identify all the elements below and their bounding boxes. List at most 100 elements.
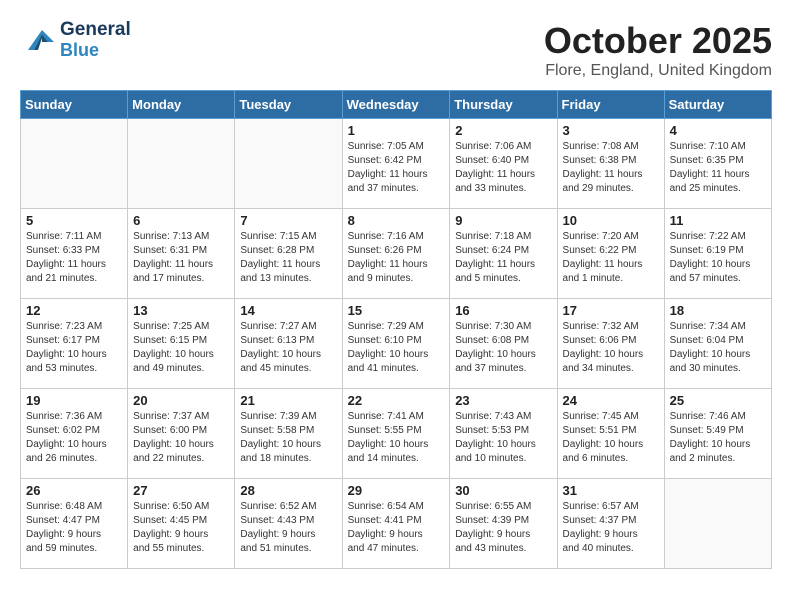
calendar-cell: 14Sunrise: 7:27 AM Sunset: 6:13 PM Dayli… (235, 299, 342, 389)
cell-info: Sunrise: 7:27 AM Sunset: 6:13 PM Dayligh… (240, 320, 336, 376)
cell-info: Sunrise: 7:43 AM Sunset: 5:53 PM Dayligh… (455, 410, 551, 466)
day-number: 21 (240, 393, 336, 408)
cell-info: Sunrise: 7:45 AM Sunset: 5:51 PM Dayligh… (563, 410, 659, 466)
day-number: 12 (26, 303, 122, 318)
cell-info: Sunrise: 6:55 AM Sunset: 4:39 PM Dayligh… (455, 500, 551, 556)
logo-blue: Blue (60, 40, 99, 60)
calendar-cell: 19 Sunrise: 7:36 AM Sunset: 6:02 PM Dayli… (21, 389, 128, 479)
day-number: 5 (26, 213, 122, 228)
cell-info: Sunrise: 7:13 AM Sunset: 6:31 PM Dayligh… (133, 230, 229, 286)
day-number: 26 (26, 483, 122, 498)
day-number: 17 (563, 303, 659, 318)
calendar-cell: 9 Sunrise: 7:18 AM Sunset: 6:24 PM Daylig… (450, 209, 557, 299)
calendar-cell: 26 Sunrise: 6:48 AM Sunset: 4:47 PM Dayli… (21, 479, 128, 569)
calendar-cell: 8 Sunrise: 7:16 AM Sunset: 6:26 PM Daylig… (342, 209, 450, 299)
calendar-cell: 15 Sunrise: 7:29 AM Sunset: 6:10 PM Dayli… (342, 299, 450, 389)
week-row-5: 26 Sunrise: 6:48 AM Sunset: 4:47 PM Dayli… (21, 479, 772, 569)
calendar-cell: 3 Sunrise: 7:08 AM Sunset: 6:38 PM Daylig… (557, 119, 664, 209)
calendar-cell: 5 Sunrise: 7:11 AM Sunset: 6:33 PM Daylig… (21, 209, 128, 299)
calendar-cell (128, 119, 235, 209)
day-number: 20 (133, 393, 229, 408)
logo-icon (20, 22, 56, 58)
cell-info: Sunrise: 7:41 AM Sunset: 5:55 PM Dayligh… (348, 410, 445, 466)
title-area: October 2025 Flore, England, United King… (544, 20, 772, 80)
week-row-3: 12 Sunrise: 7:23 AM Sunset: 6:17 PM Dayli… (21, 299, 772, 389)
cell-info: Sunrise: 7:37 AM Sunset: 6:00 PM Dayligh… (133, 410, 229, 466)
day-number: 25 (670, 393, 766, 408)
calendar-cell: 29 Sunrise: 6:54 AM Sunset: 4:41 PM Dayli… (342, 479, 450, 569)
calendar-cell: 20 Sunrise: 7:37 AM Sunset: 6:00 PM Dayli… (128, 389, 235, 479)
day-number: 23 (455, 393, 551, 408)
week-row-1: 1 Sunrise: 7:05 AM Sunset: 6:42 PM Daylig… (21, 119, 772, 209)
cell-info: Sunrise: 7:30 AM Sunset: 6:08 PM Dayligh… (455, 320, 551, 376)
cell-info: Sunrise: 7:05 AM Sunset: 6:42 PM Dayligh… (348, 140, 445, 196)
day-number: 11 (670, 213, 766, 228)
day-number: 15 (348, 303, 445, 318)
cell-info: Sunrise: 6:52 AM Sunset: 4:43 PM Dayligh… (240, 500, 336, 556)
day-number: 6 (133, 213, 229, 228)
cell-info: Sunrise: 7:10 AM Sunset: 6:35 PM Dayligh… (670, 140, 766, 196)
day-number: 19 (26, 393, 122, 408)
cell-info: Sunrise: 7:15 AM Sunset: 6:28 PM Dayligh… (240, 230, 336, 286)
cell-info: Sunrise: 6:54 AM Sunset: 4:41 PM Dayligh… (348, 500, 445, 556)
cell-info: Sunrise: 7:32 AM Sunset: 6:06 PM Dayligh… (563, 320, 659, 376)
logo: General Blue (20, 20, 131, 61)
location: Flore, England, United Kingdom (544, 62, 772, 80)
day-number: 13 (133, 303, 229, 318)
calendar-cell: 21 Sunrise: 7:39 AM Sunset: 5:58 PM Dayli… (235, 389, 342, 479)
day-number: 9 (455, 213, 551, 228)
day-number: 7 (240, 213, 336, 228)
calendar-cell: 18Sunrise: 7:34 AM Sunset: 6:04 PM Dayli… (664, 299, 771, 389)
cell-info: Sunrise: 7:29 AM Sunset: 6:10 PM Dayligh… (348, 320, 445, 376)
calendar-cell: 13 Sunrise: 7:25 AM Sunset: 6:15 PM Dayli… (128, 299, 235, 389)
weekday-header-thursday: Thursday (450, 91, 557, 119)
day-number: 1 (348, 123, 445, 138)
cell-info: Sunrise: 7:39 AM Sunset: 5:58 PM Dayligh… (240, 410, 336, 466)
day-number: 30 (455, 483, 551, 498)
calendar-cell: 25Sunrise: 7:46 AM Sunset: 5:49 PM Dayli… (664, 389, 771, 479)
day-number: 8 (348, 213, 445, 228)
calendar-cell: 6 Sunrise: 7:13 AM Sunset: 6:31 PM Daylig… (128, 209, 235, 299)
cell-info: Sunrise: 7:11 AM Sunset: 6:33 PM Dayligh… (26, 230, 122, 286)
calendar-cell: 10 Sunrise: 7:20 AM Sunset: 6:22 PM Dayli… (557, 209, 664, 299)
day-number: 29 (348, 483, 445, 498)
day-number: 28 (240, 483, 336, 498)
weekday-header-sunday: Sunday (21, 91, 128, 119)
weekday-header-wednesday: Wednesday (342, 91, 450, 119)
cell-info: Sunrise: 7:08 AM Sunset: 6:38 PM Dayligh… (563, 140, 659, 196)
day-number: 18 (670, 303, 766, 318)
cell-info: Sunrise: 7:20 AM Sunset: 6:22 PM Dayligh… (563, 230, 659, 286)
calendar-cell (235, 119, 342, 209)
calendar-cell: 23 Sunrise: 7:43 AM Sunset: 5:53 PM Dayli… (450, 389, 557, 479)
cell-info: Sunrise: 6:48 AM Sunset: 4:47 PM Dayligh… (26, 500, 122, 556)
weekday-header-tuesday: Tuesday (235, 91, 342, 119)
calendar-cell: 31Sunrise: 6:57 AM Sunset: 4:37 PM Dayli… (557, 479, 664, 569)
calendar-cell: 12 Sunrise: 7:23 AM Sunset: 6:17 PM Dayli… (21, 299, 128, 389)
cell-info: Sunrise: 7:36 AM Sunset: 6:02 PM Dayligh… (26, 410, 122, 466)
week-row-2: 5 Sunrise: 7:11 AM Sunset: 6:33 PM Daylig… (21, 209, 772, 299)
cell-info: Sunrise: 7:16 AM Sunset: 6:26 PM Dayligh… (348, 230, 445, 286)
calendar-cell: 28 Sunrise: 6:52 AM Sunset: 4:43 PM Dayli… (235, 479, 342, 569)
calendar-cell: 1 Sunrise: 7:05 AM Sunset: 6:42 PM Daylig… (342, 119, 450, 209)
weekday-header-saturday: Saturday (664, 91, 771, 119)
calendar-cell: 24Sunrise: 7:45 AM Sunset: 5:51 PM Dayli… (557, 389, 664, 479)
calendar-cell: 27Sunrise: 6:50 AM Sunset: 4:45 PM Dayli… (128, 479, 235, 569)
calendar-cell: 22 Sunrise: 7:41 AM Sunset: 5:55 PM Dayli… (342, 389, 450, 479)
day-number: 4 (670, 123, 766, 138)
cell-info: Sunrise: 7:23 AM Sunset: 6:17 PM Dayligh… (26, 320, 122, 376)
cell-info: Sunrise: 7:22 AM Sunset: 6:19 PM Dayligh… (670, 230, 766, 286)
calendar-cell: 30 Sunrise: 6:55 AM Sunset: 4:39 PM Dayli… (450, 479, 557, 569)
day-number: 3 (563, 123, 659, 138)
calendar-cell: 7 Sunrise: 7:15 AM Sunset: 6:28 PM Daylig… (235, 209, 342, 299)
day-number: 22 (348, 393, 445, 408)
weekday-header-row: SundayMondayTuesdayWednesdayThursdayFrid… (21, 91, 772, 119)
calendar-cell: 2Sunrise: 7:06 AM Sunset: 6:40 PM Daylig… (450, 119, 557, 209)
calendar-cell: 17 Sunrise: 7:32 AM Sunset: 6:06 PM Dayli… (557, 299, 664, 389)
cell-info: Sunrise: 7:18 AM Sunset: 6:24 PM Dayligh… (455, 230, 551, 286)
calendar-cell: 11 Sunrise: 7:22 AM Sunset: 6:19 PM Dayli… (664, 209, 771, 299)
cell-info: Sunrise: 7:25 AM Sunset: 6:15 PM Dayligh… (133, 320, 229, 376)
day-number: 16 (455, 303, 551, 318)
calendar-cell: 4 Sunrise: 7:10 AM Sunset: 6:35 PM Daylig… (664, 119, 771, 209)
day-number: 10 (563, 213, 659, 228)
calendar-cell (21, 119, 128, 209)
